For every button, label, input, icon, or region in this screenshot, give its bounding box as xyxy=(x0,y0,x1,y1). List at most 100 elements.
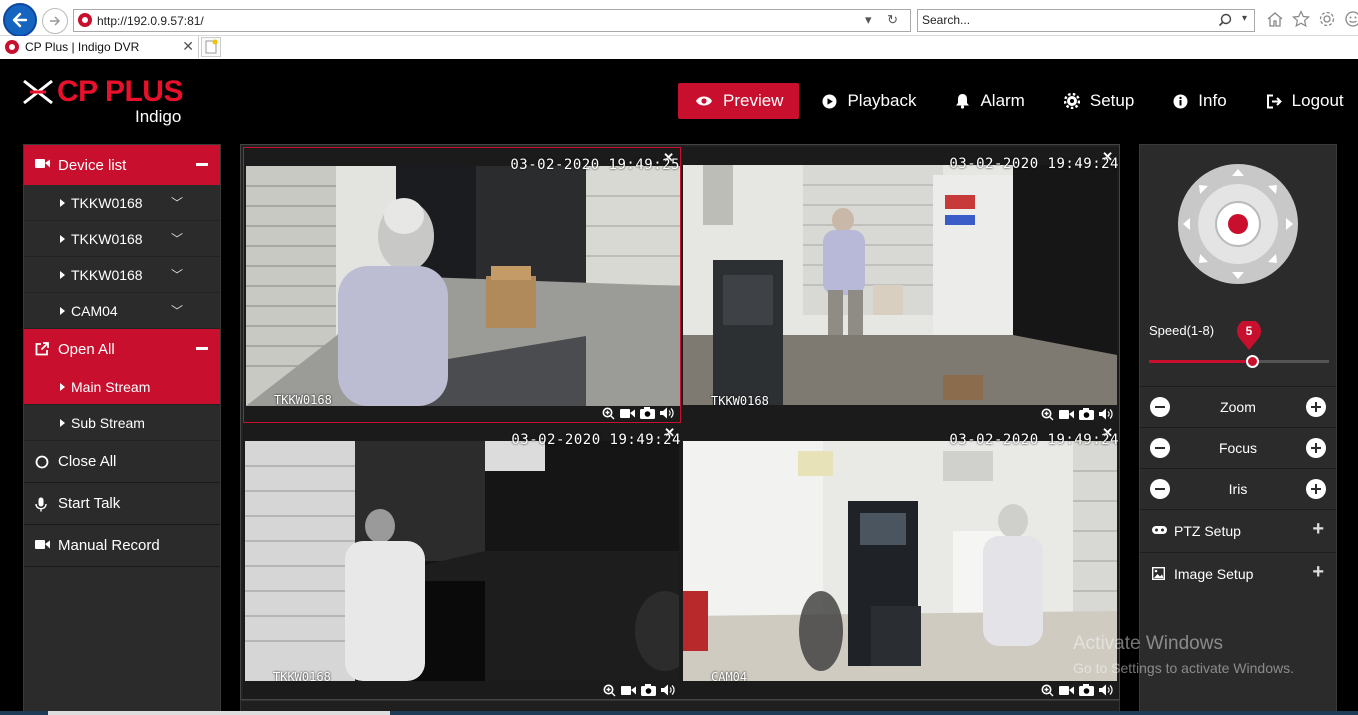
snapshot-icon[interactable] xyxy=(641,684,656,696)
zoom-in-icon[interactable] xyxy=(1041,408,1054,421)
video-tile[interactable]: ✕ xyxy=(681,423,1119,699)
nav-setup[interactable]: Setup xyxy=(1047,83,1150,119)
nav-preview[interactable]: Preview xyxy=(678,83,800,119)
camera-feed[interactable] xyxy=(246,166,680,406)
device-item[interactable]: TKKW0168 ﹀ xyxy=(24,257,220,293)
nav-label: Playback xyxy=(847,91,917,110)
ptz-setup-row[interactable]: PTZ Setup + xyxy=(1140,509,1336,552)
audio-icon[interactable] xyxy=(661,684,675,696)
stream-sub[interactable]: Sub Stream xyxy=(24,405,220,441)
chevron-down-icon[interactable]: ﹀ xyxy=(171,266,183,283)
device-item[interactable]: TKKW0168 ﹀ xyxy=(24,185,220,221)
manual-record-button[interactable]: Manual Record xyxy=(24,525,220,567)
watermark-subtitle: Go to Settings to activate Windows. xyxy=(1073,660,1294,676)
nav-info[interactable]: Info xyxy=(1156,83,1242,119)
ptz-setup-label: PTZ Setup xyxy=(1174,523,1241,539)
chevron-down-icon[interactable]: ﹀ xyxy=(171,194,183,211)
collapse-icon[interactable] xyxy=(196,347,208,350)
audio-icon[interactable] xyxy=(1099,684,1113,696)
audio-icon[interactable] xyxy=(660,407,674,419)
nav-logout[interactable]: Logout xyxy=(1249,83,1358,119)
focus-plus-button[interactable] xyxy=(1306,438,1326,458)
video-toolbar xyxy=(1041,406,1113,422)
stream-main[interactable]: Main Stream xyxy=(24,369,220,405)
expand-plus-icon[interactable]: + xyxy=(1312,562,1324,582)
iris-control: Iris xyxy=(1140,468,1336,509)
search-input[interactable] xyxy=(922,13,1202,27)
nav-playback[interactable]: Playback xyxy=(805,83,932,119)
record-camera-icon[interactable] xyxy=(1059,409,1074,420)
stream-label: Sub Stream xyxy=(71,414,145,431)
zoom-in-icon[interactable] xyxy=(1041,684,1054,697)
browser-tab[interactable]: CP Plus | Indigo DVR ✕ xyxy=(0,36,199,58)
record-camera-icon[interactable] xyxy=(621,685,636,696)
smiley-feedback-icon[interactable] xyxy=(1344,10,1358,28)
speed-slider[interactable] xyxy=(1149,355,1329,368)
video-toolbar xyxy=(1041,682,1113,698)
device-list-header[interactable]: Device list xyxy=(24,145,220,185)
settings-gear-icon[interactable] xyxy=(1318,10,1336,28)
nav-label: Alarm xyxy=(980,91,1025,110)
device-label: TKKW0168 xyxy=(71,266,143,283)
zoom-in-icon[interactable] xyxy=(603,684,616,697)
chevron-down-icon[interactable]: ﹀ xyxy=(171,302,183,319)
image-setup-row[interactable]: Image Setup + xyxy=(1140,552,1336,595)
collapse-icon[interactable] xyxy=(196,163,208,166)
video-tile[interactable]: ✕ xyxy=(681,147,1119,423)
speed-slider-handle[interactable] xyxy=(1245,355,1259,368)
video-tile[interactable]: ✕ xyxy=(243,147,681,423)
zoom-control: Zoom xyxy=(1140,386,1336,427)
snapshot-icon[interactable] xyxy=(1079,408,1094,420)
new-tab-button[interactable] xyxy=(201,37,221,57)
zoom-in-icon[interactable] xyxy=(602,407,615,420)
chevron-down-icon[interactable]: ﹀ xyxy=(171,230,183,247)
new-tab-icon xyxy=(205,39,218,54)
close-all-button[interactable]: Close All xyxy=(24,441,220,483)
snapshot-icon[interactable] xyxy=(1079,684,1094,696)
site-favicon-icon xyxy=(78,13,92,27)
search-icon[interactable] xyxy=(1218,13,1232,27)
tab-close-icon[interactable]: ✕ xyxy=(182,38,194,55)
refresh-icon[interactable]: ▾ ↻ xyxy=(865,12,904,28)
browser-tools xyxy=(1266,10,1358,28)
camera-feed[interactable] xyxy=(683,441,1117,681)
snapshot-icon[interactable] xyxy=(640,407,655,419)
open-all-header[interactable]: Open All xyxy=(24,329,220,369)
expand-plus-icon[interactable]: + xyxy=(1312,519,1324,539)
camera-name: TKKW0168 xyxy=(273,670,331,684)
audio-icon[interactable] xyxy=(1099,408,1113,420)
back-button[interactable] xyxy=(3,3,37,37)
address-url[interactable]: http://192.0.9.57:81/ xyxy=(97,14,204,28)
zoom-in-button[interactable] xyxy=(1306,397,1326,417)
record-camera-icon[interactable] xyxy=(620,408,635,419)
home-icon[interactable] xyxy=(1266,10,1284,28)
nav-alarm[interactable]: Alarm xyxy=(938,83,1040,119)
watermark-title: Activate Windows xyxy=(1073,633,1223,654)
device-item[interactable]: CAM04 ﹀ xyxy=(24,293,220,329)
nav-label: Preview xyxy=(723,91,784,110)
eye-icon xyxy=(695,95,713,107)
camera-feed[interactable] xyxy=(683,165,1117,405)
logo-mark-icon xyxy=(23,79,53,105)
video-grid: ✕ 03-02-2020 19:49:25 TKKW0168 ✕ 03-02-2… xyxy=(240,144,1120,700)
video-tile[interactable]: ✕ 03-02-2020 19:49:24 TKKW0168 xyxy=(243,423,681,699)
favorites-star-icon[interactable] xyxy=(1291,10,1311,28)
ptz-direction-wheel[interactable] xyxy=(1177,163,1299,285)
forward-button[interactable] xyxy=(42,8,68,34)
camera-name: TKKW0168 xyxy=(711,394,769,408)
ptz-center-icon[interactable] xyxy=(1228,214,1248,234)
open-all-label: Open All xyxy=(58,340,115,358)
search-dropdown-icon[interactable]: ▾ xyxy=(1242,13,1247,24)
video-timestamp: 03-02-2020 19:49:24 xyxy=(949,432,1119,448)
image-icon xyxy=(1152,567,1165,580)
device-item[interactable]: TKKW0168 ﹀ xyxy=(24,221,220,257)
iris-plus-button[interactable] xyxy=(1306,479,1326,499)
cp-plus-logo: CP PLUS Indigo xyxy=(22,75,192,127)
address-bar[interactable]: http://192.0.9.57:81/ ▾ ↻ xyxy=(73,9,911,32)
camera-feed[interactable] xyxy=(245,441,679,681)
ptz-panel: Speed(1-8) 5 Zoom Focus Iris PTZ Setup +… xyxy=(1139,144,1337,715)
taskbar-item[interactable] xyxy=(48,711,390,715)
browser-search[interactable]: ▾ xyxy=(917,9,1255,32)
start-talk-button[interactable]: Start Talk xyxy=(24,483,220,525)
record-camera-icon[interactable] xyxy=(1059,685,1074,696)
